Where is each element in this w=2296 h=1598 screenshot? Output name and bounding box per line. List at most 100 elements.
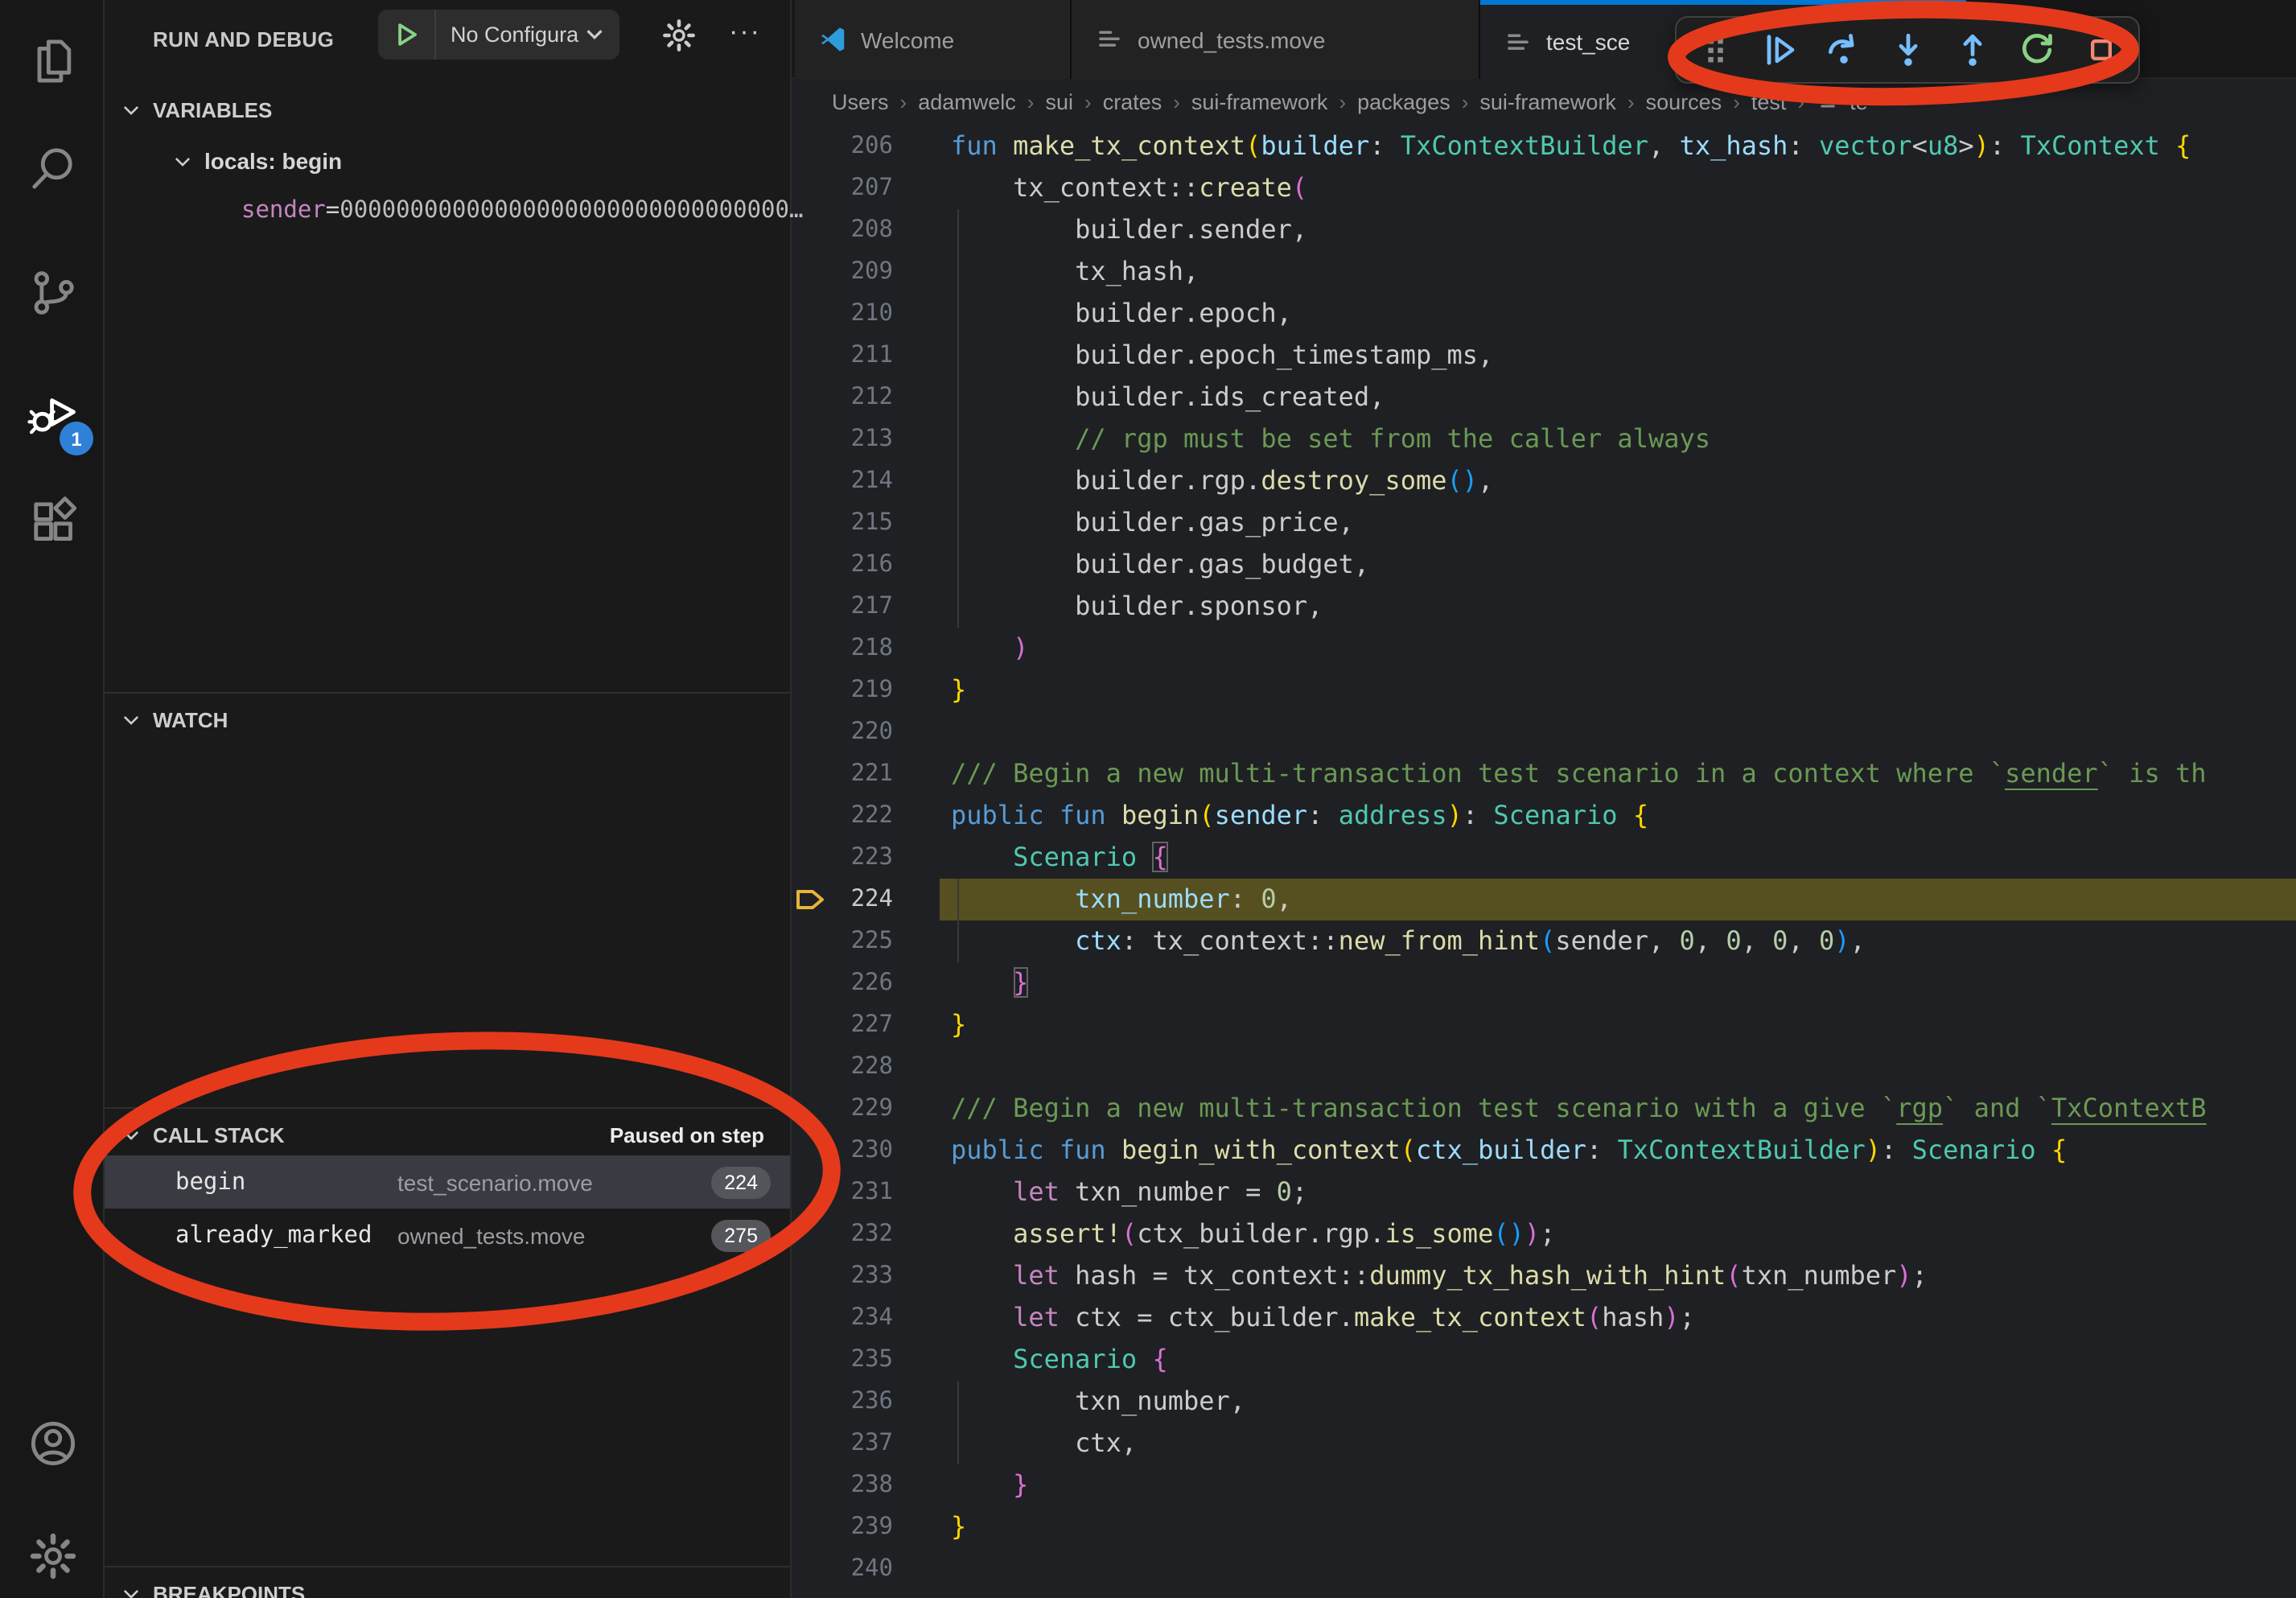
variables-scope-row[interactable]: locals: begin [105,138,790,183]
line-number[interactable]: 229 [792,1087,893,1129]
line-number[interactable]: 238 [792,1464,893,1505]
line-number[interactable]: 225 [792,920,893,962]
drag-handle[interactable] [1693,28,1736,72]
code-line-233[interactable]: 233 let hash = tx_context::dummy_tx_hash… [792,1254,2296,1296]
code-line-241[interactable]: 241/// Creates and shares system objects… [792,1589,2296,1598]
activitybar-extensions[interactable] [0,476,105,566]
step-into-button[interactable] [1886,28,1929,72]
line-number[interactable]: 241 [792,1589,893,1598]
line-number[interactable]: 216 [792,543,893,585]
code-line-227[interactable]: 227} [792,1003,2296,1045]
code-line-224[interactable]: 224 txn_number: 0, [792,878,2296,920]
line-number[interactable]: 237 [792,1422,893,1464]
debug-settings-gear-icon[interactable] [660,16,698,55]
line-number[interactable]: 208 [792,208,893,250]
line-number[interactable]: 233 [792,1254,893,1296]
code-line-236[interactable]: 236 txn_number, [792,1380,2296,1422]
line-number[interactable]: 219 [792,669,893,710]
line-number[interactable]: 226 [792,962,893,1003]
line-number[interactable]: 234 [792,1296,893,1338]
line-number[interactable]: 228 [792,1045,893,1087]
views-more-actions-button[interactable]: ··· [724,16,766,55]
code-line-215[interactable]: 215 builder.gas_price, [792,501,2296,543]
line-number[interactable]: 223 [792,836,893,878]
code-line-240[interactable]: 240 [792,1547,2296,1589]
code-line-230[interactable]: 230public fun begin_with_context(ctx_bui… [792,1129,2296,1171]
code-line-238[interactable]: 238 } [792,1464,2296,1505]
code-line-207[interactable]: 207 tx_context::create( [792,167,2296,208]
line-number[interactable]: 240 [792,1547,893,1589]
step-out-button[interactable] [1950,28,1994,72]
chevron-down-icon[interactable] [582,23,606,47]
activitybar-source-control[interactable] [0,248,105,338]
call-stack-section-header[interactable]: CALL STACK Paused on step [105,1114,790,1155]
activitybar-accounts[interactable] [0,1398,105,1489]
code-line-214[interactable]: 214 builder.rgp.destroy_some(), [792,459,2296,501]
restart-button[interactable] [2014,28,2058,72]
continue-button[interactable] [1757,28,1800,72]
line-number[interactable]: 217 [792,585,893,627]
configuration-label[interactable]: No Configura [451,23,578,47]
line-number[interactable]: 207 [792,167,893,208]
code-line-231[interactable]: 231 let txn_number = 0; [792,1171,2296,1213]
code-line-232[interactable]: 232 assert!(ctx_builder.rgp.is_some()); [792,1213,2296,1254]
code-line-206[interactable]: 206fun make_tx_context(builder: TxContex… [792,125,2296,167]
code-line-210[interactable]: 210 builder.epoch, [792,292,2296,334]
code-line-225[interactable]: 225 ctx: tx_context::new_from_hint(sende… [792,920,2296,962]
line-number[interactable]: 231 [792,1171,893,1213]
call-stack-frame-already_marked[interactable]: already_markedowned_tests.move275 [105,1209,790,1262]
line-number[interactable]: 236 [792,1380,893,1422]
line-number[interactable]: 206 [792,125,893,167]
variables-section-header[interactable]: VARIABLES [105,89,790,130]
line-number[interactable]: 210 [792,292,893,334]
code-line-218[interactable]: 218 ) [792,627,2296,669]
call-stack-frame-begin[interactable]: begintest_scenario.move224 [105,1155,790,1209]
line-number[interactable]: 222 [792,794,893,836]
line-number[interactable]: 215 [792,501,893,543]
activitybar-settings[interactable] [0,1511,105,1598]
line-number[interactable]: 221 [792,752,893,794]
code-line-235[interactable]: 235 Scenario { [792,1338,2296,1380]
code-line-237[interactable]: 237 ctx, [792,1422,2296,1464]
code-line-223[interactable]: 223 Scenario { [792,836,2296,878]
line-number[interactable]: 232 [792,1213,893,1254]
line-number[interactable]: 224 [792,878,893,920]
code-editor[interactable]: 206fun make_tx_context(builder: TxContex… [792,0,2296,1598]
code-line-220[interactable]: 220 [792,710,2296,752]
watch-section-header[interactable]: WATCH [105,698,790,740]
breakpoints-section-header[interactable]: BREAKPOINTS [105,1572,790,1598]
launch-configuration-picker[interactable]: No Configura [378,10,619,60]
code-line-213[interactable]: 213 // rgp must be set from the caller a… [792,418,2296,459]
code-line-208[interactable]: 208 builder.sender, [792,208,2296,250]
step-over-button[interactable] [1821,28,1865,72]
line-number[interactable]: 230 [792,1129,893,1171]
code-line-226[interactable]: 226 } [792,962,2296,1003]
code-line-216[interactable]: 216 builder.gas_budget, [792,543,2296,585]
code-line-211[interactable]: 211 builder.epoch_timestamp_ms, [792,334,2296,376]
line-number[interactable]: 235 [792,1338,893,1380]
code-line-234[interactable]: 234 let ctx = ctx_builder.make_tx_contex… [792,1296,2296,1338]
line-number[interactable]: 209 [792,250,893,292]
line-number[interactable]: 220 [792,710,893,752]
code-line-229[interactable]: 229/// Begin a new multi-transaction tes… [792,1087,2296,1129]
code-line-239[interactable]: 239} [792,1505,2296,1547]
line-number[interactable]: 211 [792,334,893,376]
line-number[interactable]: 214 [792,459,893,501]
activitybar-search[interactable] [0,124,105,214]
activitybar-run-and-debug[interactable]: 1 [0,369,105,459]
code-line-212[interactable]: 212 builder.ids_created, [792,376,2296,418]
line-number[interactable]: 213 [792,418,893,459]
line-number[interactable]: 227 [792,1003,893,1045]
line-number[interactable]: 212 [792,376,893,418]
code-line-228[interactable]: 228 [792,1045,2296,1087]
variable-row[interactable]: sender = 0000000000000000000000000000000… [105,188,790,233]
line-number[interactable]: 239 [792,1505,893,1547]
code-line-219[interactable]: 219} [792,669,2296,710]
line-number[interactable]: 218 [792,627,893,669]
start-debugging-icon[interactable] [391,19,422,50]
code-line-209[interactable]: 209 tx_hash, [792,250,2296,292]
code-line-222[interactable]: 222public fun begin(sender: address): Sc… [792,794,2296,836]
stop-button[interactable] [2079,28,2122,72]
code-line-217[interactable]: 217 builder.sponsor, [792,585,2296,627]
code-line-221[interactable]: 221/// Begin a new multi-transaction tes… [792,752,2296,794]
